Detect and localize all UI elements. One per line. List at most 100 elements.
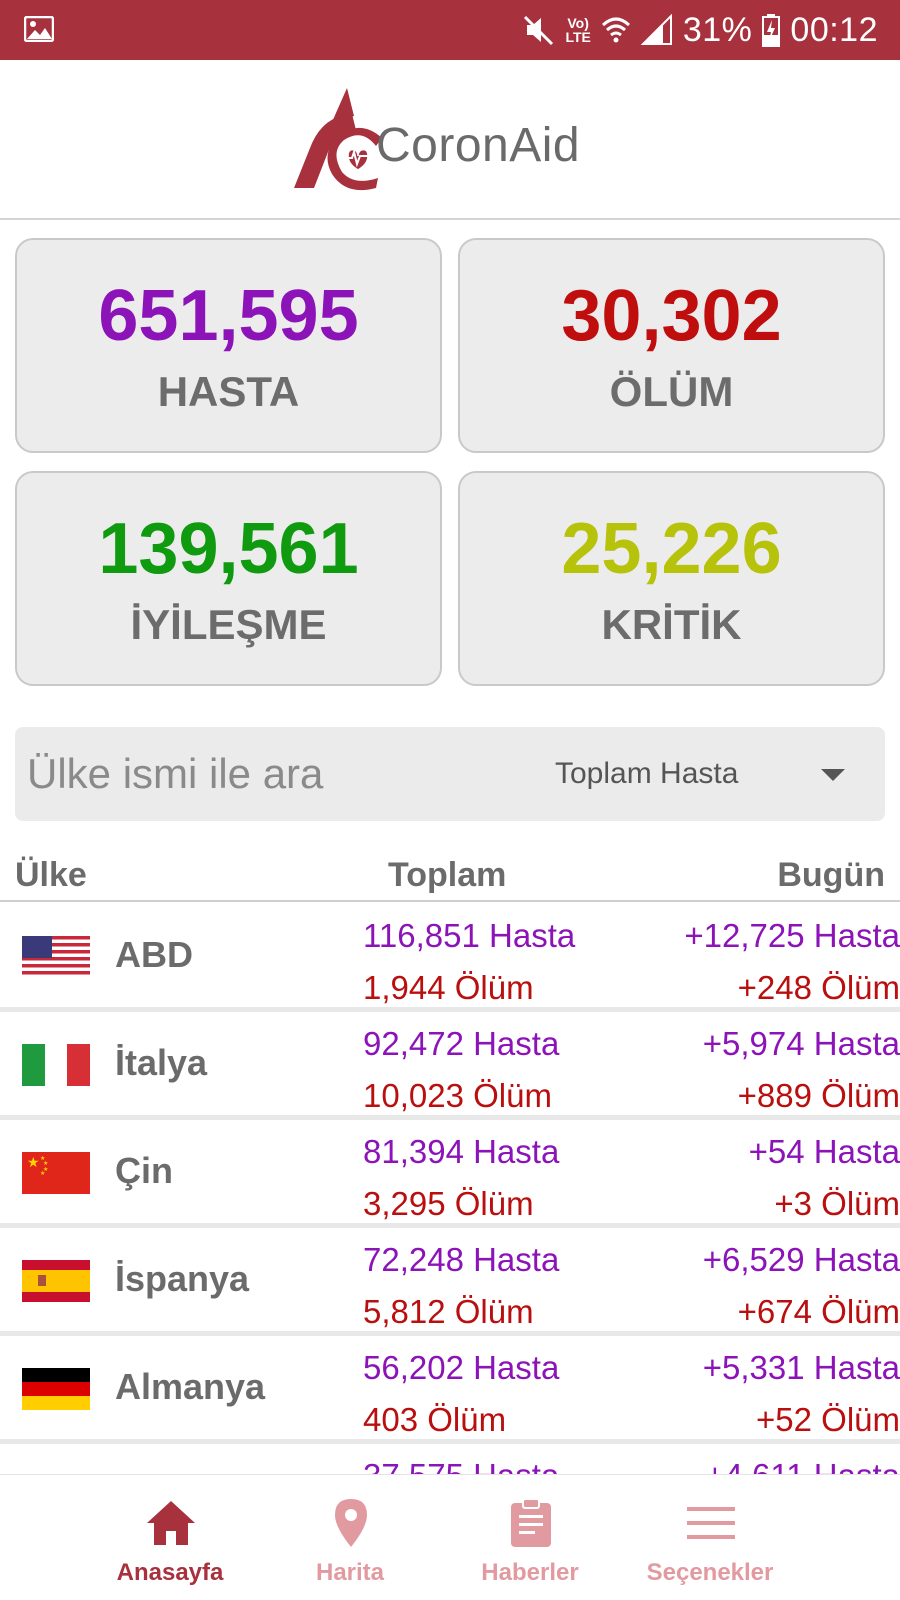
search-bar: Toplam Hasta bbox=[15, 727, 885, 821]
today-cases: +12,725 Hasta bbox=[684, 917, 900, 954]
total-cases: 37,575 Hasta bbox=[363, 1450, 559, 1474]
coronaid-logo: CoronAid bbox=[292, 86, 612, 196]
total-cases: 72,248 Hasta bbox=[363, 1241, 560, 1278]
nav-home-label: Anasayfa bbox=[116, 1559, 224, 1586]
total-cell: 37,575 Hasta bbox=[363, 1450, 559, 1474]
today-deaths: +52 Ölüm bbox=[756, 1401, 900, 1438]
total-cell: 116,851 Hasta 1,944 Ölüm bbox=[363, 910, 575, 1014]
mute-icon bbox=[524, 15, 554, 46]
country-name: İspanya bbox=[115, 1258, 250, 1299]
column-header-total[interactable]: Toplam bbox=[388, 856, 506, 895]
country-name: Almanya bbox=[115, 1366, 266, 1407]
column-header-country[interactable]: Ülke bbox=[15, 856, 87, 895]
today-cases: +5,974 Hasta bbox=[702, 1025, 900, 1062]
dropdown-arrow-icon bbox=[821, 769, 845, 781]
china-flag-icon: ★ ★ ★ ★ ★ bbox=[22, 1152, 90, 1194]
spain-flag-icon bbox=[22, 1260, 90, 1302]
today-deaths: +248 Ölüm bbox=[737, 969, 900, 1006]
wifi-icon bbox=[601, 17, 630, 43]
total-deaths: 403 Ölüm bbox=[363, 1401, 507, 1438]
deaths-value: 30,302 bbox=[561, 276, 782, 356]
stats-grid: 651,595 HASTA 30,302 ÖLÜM 139,561 İYİLEŞ… bbox=[15, 238, 885, 688]
stat-card-deaths: 30,302 ÖLÜM bbox=[458, 238, 885, 453]
table-row[interactable]: 37,575 Hasta +4,611 Hasta bbox=[0, 1444, 900, 1474]
nav-options-label: Seçenekler bbox=[646, 1559, 774, 1586]
today-cell: +54 Hasta +3 Ölüm bbox=[749, 1126, 900, 1230]
total-deaths: 3,295 Ölüm bbox=[363, 1185, 534, 1222]
recovered-value: 139,561 bbox=[98, 509, 359, 589]
nav-options[interactable]: Seçenekler bbox=[620, 1475, 800, 1600]
critical-value: 25,226 bbox=[561, 509, 782, 589]
nav-news[interactable]: Haberler bbox=[440, 1475, 620, 1600]
sort-dropdown[interactable]: Toplam Hasta bbox=[555, 747, 875, 801]
country-list[interactable]: ABD 116,851 Hasta 1,944 Ölüm +12,725 Has… bbox=[0, 904, 900, 1474]
sort-selected-label: Toplam Hasta bbox=[555, 757, 739, 790]
critical-label: KRİTİK bbox=[601, 601, 742, 648]
total-cases: 92,472 Hasta bbox=[363, 1025, 560, 1062]
deaths-label: ÖLÜM bbox=[609, 368, 734, 415]
country-name: İtalya bbox=[115, 1042, 208, 1083]
column-header-today[interactable]: Bugün bbox=[777, 856, 885, 895]
country-search-input[interactable] bbox=[27, 747, 507, 801]
today-cases: +5,331 Hasta bbox=[702, 1349, 900, 1386]
image-icon bbox=[24, 16, 54, 42]
germany-flag-icon bbox=[22, 1368, 90, 1410]
home-icon bbox=[147, 1501, 195, 1545]
bottom-navigation: Anasayfa Harita Haberler Seçenekler bbox=[0, 1474, 900, 1600]
today-cell: +4,611 Hasta bbox=[705, 1450, 900, 1474]
today-cell: +5,331 Hasta +52 Ölüm bbox=[703, 1342, 900, 1446]
nav-home[interactable]: Anasayfa bbox=[80, 1475, 260, 1600]
cases-value: 651,595 bbox=[98, 276, 359, 356]
today-cell: +12,725 Hasta +248 Ölüm bbox=[684, 910, 900, 1014]
total-cell: 72,248 Hasta 5,812 Ölüm bbox=[363, 1234, 559, 1338]
table-row[interactable]: ABD 116,851 Hasta 1,944 Ölüm +12,725 Has… bbox=[0, 904, 900, 1007]
today-cell: +5,974 Hasta +889 Ölüm bbox=[703, 1018, 900, 1122]
total-cell: 81,394 Hasta 3,295 Ölüm bbox=[363, 1126, 559, 1230]
svg-text:★: ★ bbox=[27, 1154, 40, 1170]
stat-card-critical: 25,226 KRİTİK bbox=[458, 471, 885, 686]
table-row[interactable]: İtalya 92,472 Hasta 10,023 Ölüm +5,974 H… bbox=[0, 1012, 900, 1115]
volte-icon: Vo) LTE bbox=[565, 15, 591, 45]
country-name: Çin bbox=[115, 1150, 173, 1191]
total-cell: 92,472 Hasta 10,023 Ölüm bbox=[363, 1018, 559, 1122]
usa-flag-icon bbox=[22, 936, 90, 978]
today-cases: +54 Hasta bbox=[748, 1133, 900, 1170]
recovered-label: İYİLEŞME bbox=[130, 601, 327, 648]
total-cell: 56,202 Hasta 403 Ölüm bbox=[363, 1342, 559, 1446]
logo-text: CoronAid bbox=[376, 119, 581, 172]
country-name: ABD bbox=[115, 934, 193, 975]
total-deaths: 5,812 Ölüm bbox=[363, 1293, 534, 1330]
stat-card-recovered: 139,561 İYİLEŞME bbox=[15, 471, 442, 686]
today-deaths: +889 Ölüm bbox=[737, 1077, 900, 1114]
nav-map[interactable]: Harita bbox=[260, 1475, 440, 1600]
app-header: CoronAid bbox=[0, 60, 900, 220]
table-header: Ülke Toplam Bugün bbox=[0, 848, 900, 902]
stat-card-cases: 651,595 HASTA bbox=[15, 238, 442, 453]
today-deaths: +674 Ölüm bbox=[737, 1293, 900, 1330]
cases-label: HASTA bbox=[157, 368, 300, 415]
clock: 00:12 bbox=[790, 10, 878, 49]
total-cases: 81,394 Hasta bbox=[363, 1133, 560, 1170]
italy-flag-icon bbox=[22, 1044, 90, 1086]
today-cases: +4,611 Hasta bbox=[705, 1450, 900, 1474]
battery-charging-icon bbox=[762, 14, 781, 47]
nav-map-label: Harita bbox=[315, 1559, 385, 1586]
svg-text:★: ★ bbox=[43, 1160, 48, 1167]
nav-news-label: Haberler bbox=[481, 1559, 579, 1586]
total-deaths: 1,944 Ölüm bbox=[363, 969, 534, 1006]
today-cases: +6,529 Hasta bbox=[702, 1241, 900, 1278]
table-row[interactable]: ★ ★ ★ ★ ★ Çin 81,394 Hasta 3,295 Ölüm +5… bbox=[0, 1120, 900, 1223]
menu-icon bbox=[687, 1507, 735, 1539]
signal-icon bbox=[640, 14, 672, 45]
today-cell: +6,529 Hasta +674 Ölüm bbox=[703, 1234, 900, 1338]
map-pin-icon bbox=[335, 1499, 367, 1547]
table-row[interactable]: İspanya 72,248 Hasta 5,812 Ölüm +6,529 H… bbox=[0, 1228, 900, 1331]
total-cases: 56,202 Hasta bbox=[363, 1349, 560, 1386]
clipboard-icon bbox=[511, 1498, 551, 1547]
total-deaths: 10,023 Ölüm bbox=[363, 1077, 552, 1114]
table-row[interactable]: Almanya 56,202 Hasta 403 Ölüm +5,331 Has… bbox=[0, 1336, 900, 1439]
battery-percent: 31% bbox=[682, 10, 753, 49]
svg-text:★: ★ bbox=[40, 1170, 45, 1177]
status-bar: Vo) LTE 31% 00:12 bbox=[0, 0, 900, 60]
total-cases: 116,851 Hasta bbox=[363, 917, 576, 954]
